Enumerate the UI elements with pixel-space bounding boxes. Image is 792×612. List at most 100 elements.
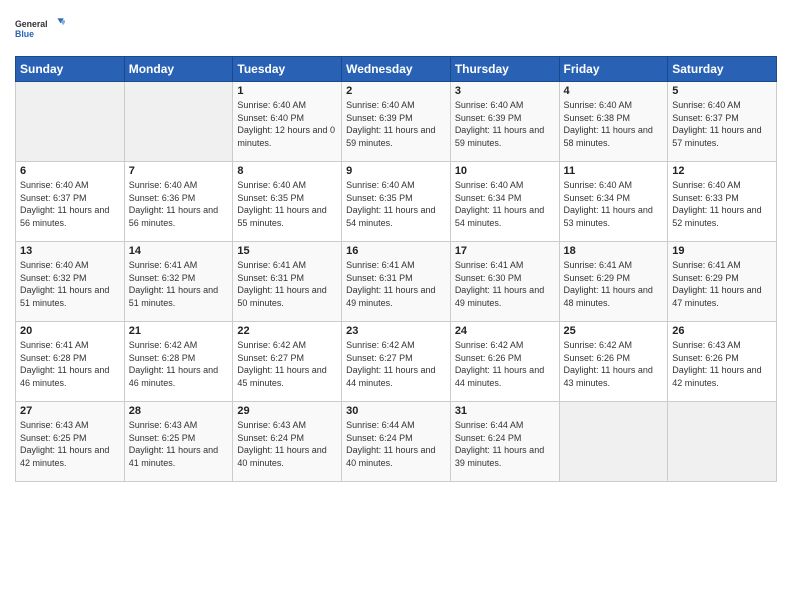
- day-number: 22: [237, 325, 337, 337]
- calendar-cell: 11 Sunrise: 6:40 AM Sunset: 6:34 PM Dayli…: [559, 162, 668, 242]
- calendar-cell: 20Sunrise: 6:41 AM Sunset: 6:28 PM Dayli…: [16, 322, 125, 402]
- day-info: Sunrise: 6:44 AM Sunset: 6:24 PM Dayligh…: [346, 420, 435, 468]
- header-row: SundayMondayTuesdayWednesdayThursdayFrid…: [16, 57, 777, 82]
- calendar-cell: 17 Sunrise: 6:41 AM Sunset: 6:30 PM Dayli…: [450, 242, 559, 322]
- day-info: Sunrise: 6:40 AM Sunset: 6:39 PM Dayligh…: [346, 100, 435, 148]
- day-number: 2: [346, 85, 446, 97]
- day-number: 17: [455, 245, 555, 257]
- calendar-cell: 6 Sunrise: 6:40 AM Sunset: 6:37 PM Daylig…: [16, 162, 125, 242]
- day-header-saturday: Saturday: [668, 57, 777, 82]
- day-info: Sunrise: 6:42 AM Sunset: 6:26 PM Dayligh…: [455, 340, 544, 388]
- day-number: 1: [237, 85, 337, 97]
- day-info: Sunrise: 6:41 AM Sunset: 6:29 PM Dayligh…: [672, 260, 761, 308]
- day-number: 21: [129, 325, 229, 337]
- day-info: Sunrise: 6:42 AM Sunset: 6:28 PM Dayligh…: [129, 340, 218, 388]
- svg-text:Blue: Blue: [15, 29, 34, 39]
- calendar-cell: 8 Sunrise: 6:40 AM Sunset: 6:35 PM Daylig…: [233, 162, 342, 242]
- calendar-table: SundayMondayTuesdayWednesdayThursdayFrid…: [15, 56, 777, 482]
- day-header-tuesday: Tuesday: [233, 57, 342, 82]
- header: General Blue: [15, 10, 777, 48]
- day-number: 18: [564, 245, 664, 257]
- calendar-cell: 23 Sunrise: 6:42 AM Sunset: 6:27 PM Dayli…: [342, 322, 451, 402]
- day-number: 9: [346, 165, 446, 177]
- calendar-cell: 15 Sunrise: 6:41 AM Sunset: 6:31 PM Dayli…: [233, 242, 342, 322]
- day-info: Sunrise: 6:41 AM Sunset: 6:28 PM Dayligh…: [20, 340, 109, 388]
- page: General Blue SundayMondayTuesdayWednesda…: [0, 0, 792, 612]
- calendar-cell: 14 Sunrise: 6:41 AM Sunset: 6:32 PM Dayli…: [124, 242, 233, 322]
- day-number: 11: [564, 165, 664, 177]
- logo: General Blue: [15, 10, 65, 48]
- day-number: 13: [20, 245, 120, 257]
- day-number: 24: [455, 325, 555, 337]
- week-row-1: 1 Sunrise: 6:40 AM Sunset: 6:40 PM Daylig…: [16, 82, 777, 162]
- calendar-cell: [559, 402, 668, 482]
- day-number: 27: [20, 405, 120, 417]
- calendar-cell: 28Sunrise: 6:43 AM Sunset: 6:25 PM Dayli…: [124, 402, 233, 482]
- day-number: 15: [237, 245, 337, 257]
- day-number: 6: [20, 165, 120, 177]
- day-info: Sunrise: 6:40 AM Sunset: 6:40 PM Dayligh…: [237, 100, 335, 148]
- day-number: 30: [346, 405, 446, 417]
- calendar-cell: 18 Sunrise: 6:41 AM Sunset: 6:29 PM Dayli…: [559, 242, 668, 322]
- day-number: 16: [346, 245, 446, 257]
- day-info: Sunrise: 6:43 AM Sunset: 6:26 PM Dayligh…: [672, 340, 761, 388]
- day-info: Sunrise: 6:40 AM Sunset: 6:39 PM Dayligh…: [455, 100, 544, 148]
- day-info: Sunrise: 6:40 AM Sunset: 6:33 PM Dayligh…: [672, 180, 761, 228]
- day-header-thursday: Thursday: [450, 57, 559, 82]
- calendar-cell: 4 Sunrise: 6:40 AM Sunset: 6:38 PM Daylig…: [559, 82, 668, 162]
- calendar-cell: 27 Sunrise: 6:43 AM Sunset: 6:25 PM Dayli…: [16, 402, 125, 482]
- day-info: Sunrise: 6:40 AM Sunset: 6:34 PM Dayligh…: [564, 180, 653, 228]
- day-number: 4: [564, 85, 664, 97]
- day-info: Sunrise: 6:40 AM Sunset: 6:35 PM Dayligh…: [346, 180, 435, 228]
- day-number: 23: [346, 325, 446, 337]
- day-info: Sunrise: 6:40 AM Sunset: 6:36 PM Dayligh…: [129, 180, 218, 228]
- calendar-cell: 29 Sunrise: 6:43 AM Sunset: 6:24 PM Dayli…: [233, 402, 342, 482]
- day-header-sunday: Sunday: [16, 57, 125, 82]
- day-header-wednesday: Wednesday: [342, 57, 451, 82]
- day-info: Sunrise: 6:40 AM Sunset: 6:35 PM Dayligh…: [237, 180, 326, 228]
- day-number: 8: [237, 165, 337, 177]
- calendar-cell: 9 Sunrise: 6:40 AM Sunset: 6:35 PM Daylig…: [342, 162, 451, 242]
- calendar-cell: 26 Sunrise: 6:43 AM Sunset: 6:26 PM Dayli…: [668, 322, 777, 402]
- day-info: Sunrise: 6:41 AM Sunset: 6:29 PM Dayligh…: [564, 260, 653, 308]
- calendar-cell: 7 Sunrise: 6:40 AM Sunset: 6:36 PM Daylig…: [124, 162, 233, 242]
- day-number: 31: [455, 405, 555, 417]
- calendar-cell: 30 Sunrise: 6:44 AM Sunset: 6:24 PM Dayli…: [342, 402, 451, 482]
- calendar-cell: [124, 82, 233, 162]
- day-header-monday: Monday: [124, 57, 233, 82]
- day-number: 26: [672, 325, 772, 337]
- day-info: Sunrise: 6:42 AM Sunset: 6:27 PM Dayligh…: [237, 340, 326, 388]
- day-number: 7: [129, 165, 229, 177]
- day-number: 3: [455, 85, 555, 97]
- day-number: 5: [672, 85, 772, 97]
- calendar-cell: 1 Sunrise: 6:40 AM Sunset: 6:40 PM Daylig…: [233, 82, 342, 162]
- day-number: 29: [237, 405, 337, 417]
- week-row-3: 13Sunrise: 6:40 AM Sunset: 6:32 PM Dayli…: [16, 242, 777, 322]
- day-info: Sunrise: 6:42 AM Sunset: 6:26 PM Dayligh…: [564, 340, 653, 388]
- calendar-cell: 16 Sunrise: 6:41 AM Sunset: 6:31 PM Dayli…: [342, 242, 451, 322]
- calendar-cell: 22 Sunrise: 6:42 AM Sunset: 6:27 PM Dayli…: [233, 322, 342, 402]
- day-info: Sunrise: 6:41 AM Sunset: 6:31 PM Dayligh…: [346, 260, 435, 308]
- day-info: Sunrise: 6:43 AM Sunset: 6:25 PM Dayligh…: [20, 420, 109, 468]
- day-number: 25: [564, 325, 664, 337]
- logo-svg: General Blue: [15, 10, 65, 48]
- day-info: Sunrise: 6:40 AM Sunset: 6:38 PM Dayligh…: [564, 100, 653, 148]
- week-row-2: 6 Sunrise: 6:40 AM Sunset: 6:37 PM Daylig…: [16, 162, 777, 242]
- day-info: Sunrise: 6:41 AM Sunset: 6:32 PM Dayligh…: [129, 260, 218, 308]
- week-row-4: 20Sunrise: 6:41 AM Sunset: 6:28 PM Dayli…: [16, 322, 777, 402]
- day-info: Sunrise: 6:44 AM Sunset: 6:24 PM Dayligh…: [455, 420, 544, 468]
- day-info: Sunrise: 6:40 AM Sunset: 6:37 PM Dayligh…: [20, 180, 109, 228]
- day-info: Sunrise: 6:41 AM Sunset: 6:30 PM Dayligh…: [455, 260, 544, 308]
- day-info: Sunrise: 6:40 AM Sunset: 6:37 PM Dayligh…: [672, 100, 761, 148]
- day-info: Sunrise: 6:41 AM Sunset: 6:31 PM Dayligh…: [237, 260, 326, 308]
- day-number: 12: [672, 165, 772, 177]
- calendar-cell: 10Sunrise: 6:40 AM Sunset: 6:34 PM Dayli…: [450, 162, 559, 242]
- calendar-cell: 25 Sunrise: 6:42 AM Sunset: 6:26 PM Dayli…: [559, 322, 668, 402]
- calendar-cell: 13Sunrise: 6:40 AM Sunset: 6:32 PM Dayli…: [16, 242, 125, 322]
- day-info: Sunrise: 6:43 AM Sunset: 6:24 PM Dayligh…: [237, 420, 326, 468]
- day-info: Sunrise: 6:42 AM Sunset: 6:27 PM Dayligh…: [346, 340, 435, 388]
- svg-text:General: General: [15, 19, 48, 29]
- calendar-cell: 19Sunrise: 6:41 AM Sunset: 6:29 PM Dayli…: [668, 242, 777, 322]
- day-number: 14: [129, 245, 229, 257]
- day-header-friday: Friday: [559, 57, 668, 82]
